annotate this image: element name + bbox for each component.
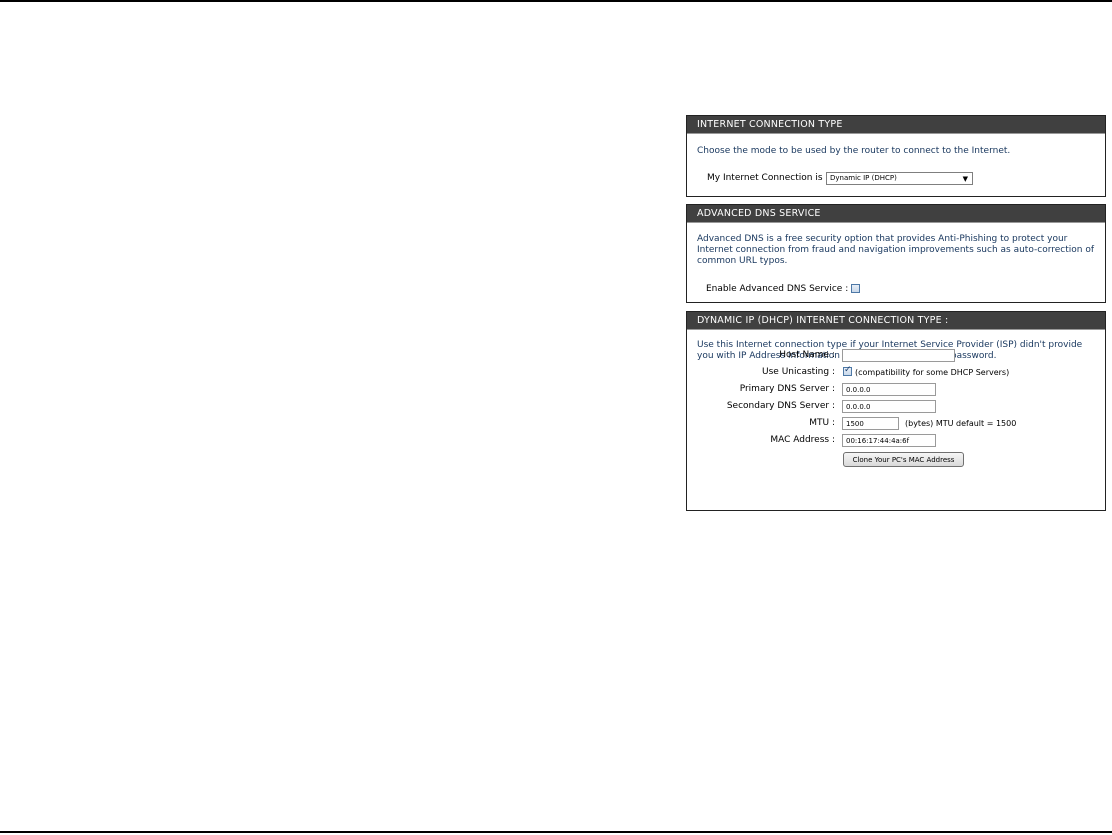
clone-mac-address-button[interactable]: Clone Your PC's MAC Address [843,452,964,467]
secondary-dns-input[interactable] [842,400,936,413]
mac-address-input[interactable] [842,434,936,447]
unicasting-note: (compatibility for some DHCP Servers) [855,368,1010,377]
enable-advanced-dns-label: Enable Advanced DNS Service : [706,284,849,294]
dhcp-connection-panel: DYNAMIC IP (DHCP) INTERNET CONNECTION TY… [686,311,1106,511]
secondary-dns-label: Secondary DNS Server : [726,401,835,411]
enable-advanced-dns-checkbox[interactable] [851,284,860,293]
mtu-input[interactable] [842,417,899,430]
primary-dns-label: Primary DNS Server : [739,384,835,394]
top-rule [0,0,1112,2]
connection-type-label: My Internet Connection is : [707,173,829,183]
advanced-dns-panel: ADVANCED DNS SERVICE Advanced DNS is a f… [686,204,1106,303]
chevron-down-icon[interactable]: ▼ [963,174,968,185]
host-name-input[interactable] [842,349,955,362]
panel-description: Choose the mode to be used by the router… [697,146,1011,156]
panel-header: INTERNET CONNECTION TYPE [687,116,1105,134]
panel-description: Advanced DNS is a free security option t… [697,234,1095,266]
primary-dns-input[interactable] [842,383,936,396]
use-unicasting-checkbox[interactable]: ✓ [843,365,852,376]
host-name-label: Host Name : [779,350,835,360]
bottom-rule [0,831,1112,833]
connection-type-select[interactable]: Dynamic IP (DHCP) ▼ [826,172,973,185]
use-unicasting-label: Use Unicasting : [762,367,835,377]
checkmark-icon: ✓ [844,365,852,375]
internet-connection-type-panel: INTERNET CONNECTION TYPE Choose the mode… [686,115,1106,197]
mtu-note: (bytes) MTU default = 1500 [905,419,1017,428]
panel-header: DYNAMIC IP (DHCP) INTERNET CONNECTION TY… [687,312,1105,330]
panel-header: ADVANCED DNS SERVICE [687,205,1105,223]
connection-type-selected-value: Dynamic IP (DHCP) [830,174,897,182]
mtu-label: MTU : [809,418,835,428]
mac-address-label: MAC Address : [770,435,835,445]
